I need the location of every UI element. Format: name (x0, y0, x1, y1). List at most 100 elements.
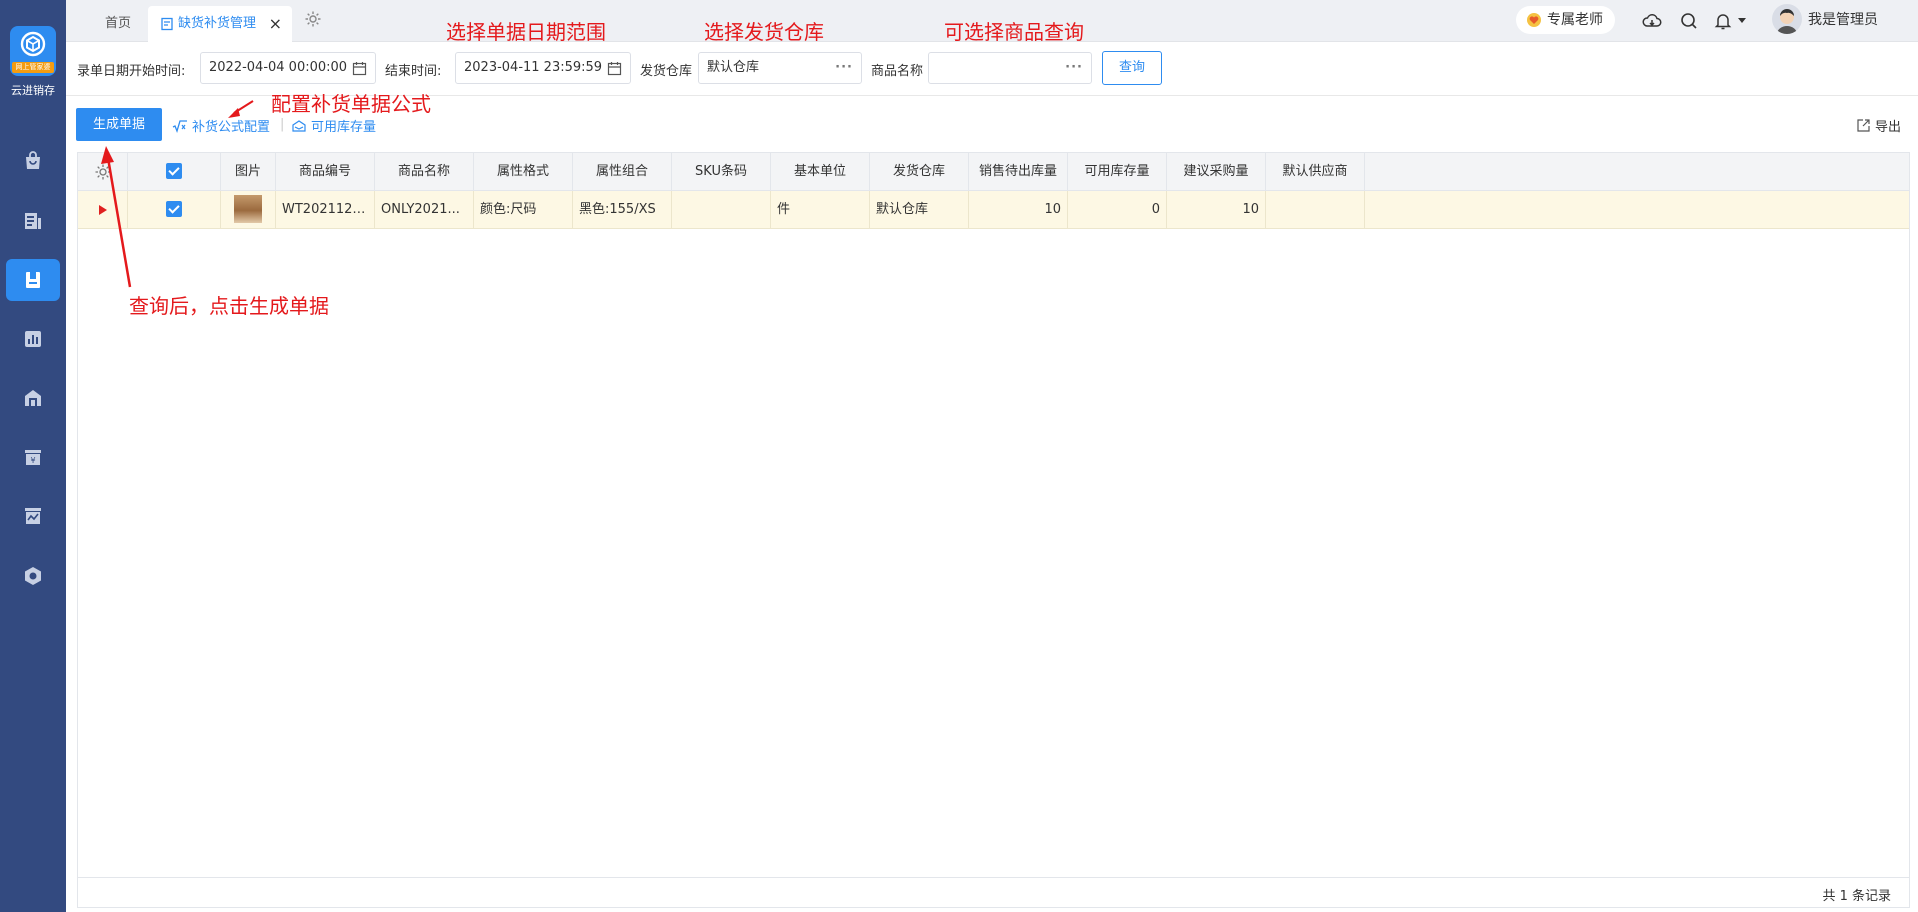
formula-config-link[interactable]: 补货公式配置 (172, 116, 270, 135)
calendar-icon[interactable] (607, 61, 622, 76)
more-icon[interactable]: ··· (835, 53, 853, 83)
generate-document-button[interactable]: 生成单据 (76, 108, 162, 141)
cell-name: ONLY2021... (375, 191, 474, 228)
tab-restock-label: 缺货补货管理 (178, 16, 257, 31)
end-date-input[interactable]: 2023-04-11 23:59:59 (455, 52, 631, 84)
warehouse-select[interactable]: 默认仓库 ··· (698, 52, 862, 84)
cloud-download-icon[interactable] (1642, 11, 1662, 31)
header-pending-out[interactable]: 销售待出库量 (969, 153, 1068, 190)
more-icon[interactable]: ··· (1065, 53, 1083, 83)
header-code[interactable]: 商品编号 (276, 153, 375, 190)
gear-icon[interactable] (94, 163, 112, 181)
product-grid: 图片 商品编号 商品名称 属性格式 属性组合 SKU条码 基本单位 发货仓库 销… (77, 152, 1910, 908)
available-stock-label: 可用库存量 (311, 120, 377, 135)
checkbox-checked-icon (166, 200, 182, 217)
logo-badge: 网上管家婆 (12, 62, 54, 73)
nav-chart[interactable] (6, 318, 60, 360)
cell-attr-combo: 黑色:155/XS (573, 191, 672, 228)
nav-settings[interactable] (6, 555, 60, 597)
tab-doc-icon (161, 17, 173, 31)
svg-text:¥: ¥ (30, 456, 35, 465)
product-label: 商品名称 (871, 64, 924, 79)
calendar-icon[interactable] (352, 61, 367, 76)
avatar (1772, 4, 1802, 34)
bell-icon[interactable] (1713, 11, 1733, 31)
row-checkbox[interactable] (128, 191, 221, 228)
grid-header: 图片 商品编号 商品名称 属性格式 属性组合 SKU条码 基本单位 发货仓库 销… (78, 153, 1909, 191)
start-date-input[interactable]: 2022-04-04 00:00:00 (200, 52, 376, 84)
settings-hex-icon (25, 567, 41, 585)
header-supplier[interactable]: 默认供应商 (1266, 153, 1365, 190)
finance-icon: ¥ (25, 450, 41, 465)
warehouse-label: 发货仓库 (640, 64, 693, 79)
close-icon[interactable]: × (269, 6, 282, 42)
select-all-checkbox[interactable] (128, 153, 221, 190)
sidebar: 网上管家婆 云进销存 ¥ (0, 0, 66, 912)
chart-icon (25, 331, 41, 347)
header-suggested[interactable]: 建议采购量 (1167, 153, 1266, 190)
exclusive-teacher-button[interactable]: 专属老师 (1516, 6, 1615, 34)
app-logo[interactable]: 网上管家婆 (10, 26, 56, 76)
cell-suggested: 10 (1167, 191, 1266, 228)
record-count: 共 1 条记录 (1822, 889, 1891, 904)
header-name[interactable]: 商品名称 (375, 153, 474, 190)
report-icon (25, 213, 41, 229)
header-image[interactable]: 图片 (221, 153, 276, 190)
tab-restock[interactable]: 缺货补货管理 × (148, 6, 292, 42)
start-date-value: 2022-04-04 00:00:00 (209, 60, 348, 75)
annotation-date-range: 选择单据日期范围 (446, 20, 606, 44)
purchase-icon (26, 272, 40, 288)
nav-store[interactable] (6, 495, 60, 537)
app-name: 云进销存 (11, 84, 55, 97)
header-unit[interactable]: 基本单位 (771, 153, 870, 190)
product-image (234, 194, 262, 223)
teacher-label: 专属老师 (1547, 12, 1603, 28)
stock-icon (292, 119, 306, 132)
avatar-face-icon (1777, 9, 1797, 34)
bag-icon (26, 151, 40, 169)
grid-footer: 共 1 条记录 (78, 877, 1909, 907)
nav-warehouse[interactable] (6, 377, 60, 419)
tab-home[interactable]: 首页 (86, 6, 150, 42)
formula-config-label: 补货公式配置 (192, 120, 271, 135)
header-warehouse[interactable]: 发货仓库 (870, 153, 969, 190)
cell-unit: 件 (771, 191, 870, 228)
nav-finance[interactable]: ¥ (6, 436, 60, 478)
cell-sku (672, 191, 771, 228)
user-menu[interactable]: 我是管理员 (1772, 4, 1878, 34)
column-settings[interactable] (78, 153, 128, 190)
cell-code: WT2021122... (276, 191, 375, 228)
export-button[interactable]: 导出 (1856, 116, 1901, 135)
nav-purchase[interactable] (6, 259, 60, 301)
header-sku[interactable]: SKU条码 (672, 153, 771, 190)
end-date-value: 2023-04-11 23:59:59 (464, 60, 603, 75)
start-date-label: 录单日期开始时间: (77, 64, 186, 79)
cell-available: 0 (1068, 191, 1167, 228)
export-icon (1857, 119, 1870, 132)
nav-report[interactable] (6, 200, 60, 242)
available-stock-link[interactable]: 可用库存量 (291, 116, 376, 135)
cell-supplier (1266, 191, 1365, 228)
row-indicator (78, 191, 128, 228)
product-thumbnail[interactable] (221, 191, 276, 228)
warehouse-value: 默认仓库 (707, 60, 760, 75)
chevron-down-icon[interactable] (1737, 17, 1747, 25)
header-attr-format[interactable]: 属性格式 (474, 153, 573, 190)
annotation-generate: 查询后，点击生成单据 (129, 294, 329, 318)
export-label: 导出 (1874, 120, 1901, 135)
product-input[interactable]: ··· (928, 52, 1092, 84)
toolbar-separator: | (280, 117, 285, 132)
warehouse-icon (25, 390, 41, 406)
query-button[interactable]: 查询 (1102, 51, 1162, 85)
checkbox-checked-icon (166, 162, 182, 179)
formula-icon (172, 119, 187, 133)
cell-warehouse: 默认仓库 (870, 191, 969, 228)
nav-sales[interactable] (6, 140, 60, 182)
header-available[interactable]: 可用库存量 (1068, 153, 1167, 190)
search-icon[interactable] (1679, 11, 1699, 31)
table-row[interactable]: WT2021122... ONLY2021... 颜色:尺码 黑色:155/XS… (78, 191, 1909, 229)
cell-attr-format: 颜色:尺码 (474, 191, 573, 228)
annotation-product: 可选择商品查询 (944, 20, 1084, 44)
header-attr-combo[interactable]: 属性组合 (573, 153, 672, 190)
gear-icon[interactable] (304, 10, 322, 28)
